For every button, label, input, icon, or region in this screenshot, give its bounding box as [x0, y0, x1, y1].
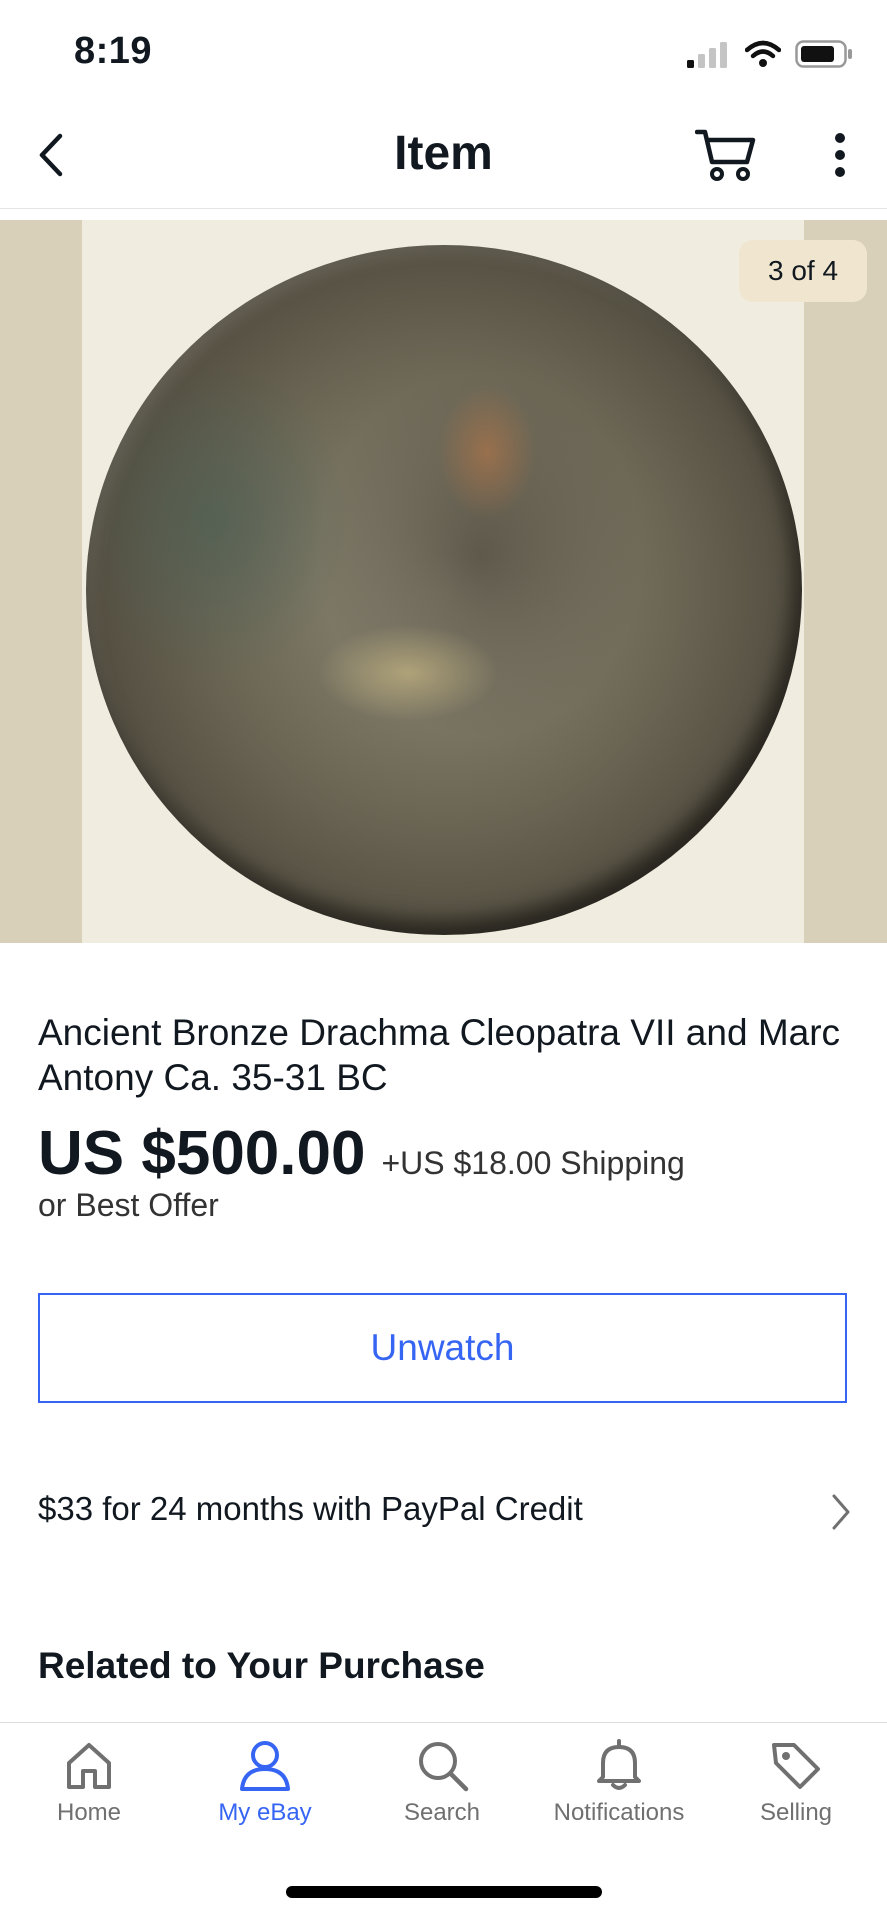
tab-selling-label: Selling: [759, 1799, 833, 1826]
tag-icon: [772, 1743, 820, 1789]
bell-icon: [597, 1739, 641, 1790]
price-row: US $500.00 +US $18.00 Shipping: [38, 1118, 685, 1189]
cart-icon[interactable]: [695, 126, 757, 184]
coin-image: [86, 245, 802, 935]
home-indicator: [286, 1886, 602, 1898]
item-price: US $500.00: [38, 1119, 366, 1188]
battery-icon: [795, 40, 852, 68]
signal-icon: [687, 42, 727, 68]
tab-selling[interactable]: Selling: [707, 1737, 885, 1857]
more-options-icon[interactable]: [822, 130, 858, 180]
tab-my-ebay[interactable]: My eBay: [176, 1737, 354, 1857]
tab-home-label: Home: [56, 1799, 122, 1826]
user-icon: [240, 1741, 290, 1791]
status-icons: [687, 38, 853, 70]
paypal-credit-text: $33 for 24 months with PayPal Credit: [38, 1490, 583, 1527]
home-icon: [67, 1743, 111, 1789]
item-photo[interactable]: [82, 220, 804, 943]
tab-search[interactable]: Search: [353, 1737, 531, 1857]
status-bar: 8:19: [0, 0, 887, 100]
chevron-right-icon: [832, 1494, 850, 1530]
tab-notifications[interactable]: Notifications: [530, 1737, 708, 1857]
item-photo-gallery[interactable]: 3 of 4: [0, 220, 887, 943]
tab-home[interactable]: Home: [0, 1737, 178, 1857]
related-section-heading: Related to Your Purchase: [38, 1645, 485, 1686]
tab-search-label: Search: [403, 1799, 481, 1826]
photo-counter-badge: 3 of 4: [739, 240, 867, 302]
tab-notifications-label: Notifications: [553, 1799, 685, 1826]
paypal-credit-row[interactable]: $33 for 24 months with PayPal Credit: [0, 1470, 887, 1550]
status-time: 8:19: [74, 30, 153, 72]
nav-bar: Item: [0, 100, 887, 209]
shipping-cost: +US $18.00 Shipping: [381, 1145, 685, 1181]
wifi-icon: [745, 40, 781, 67]
unwatch-button[interactable]: Unwatch: [38, 1293, 847, 1403]
best-offer-text: or Best Offer: [38, 1187, 219, 1223]
search-icon: [419, 1742, 469, 1792]
tab-my-ebay-label: My eBay: [218, 1799, 312, 1826]
item-title: Ancient Bronze Drachma Cleopatra VII and…: [38, 1012, 841, 1098]
